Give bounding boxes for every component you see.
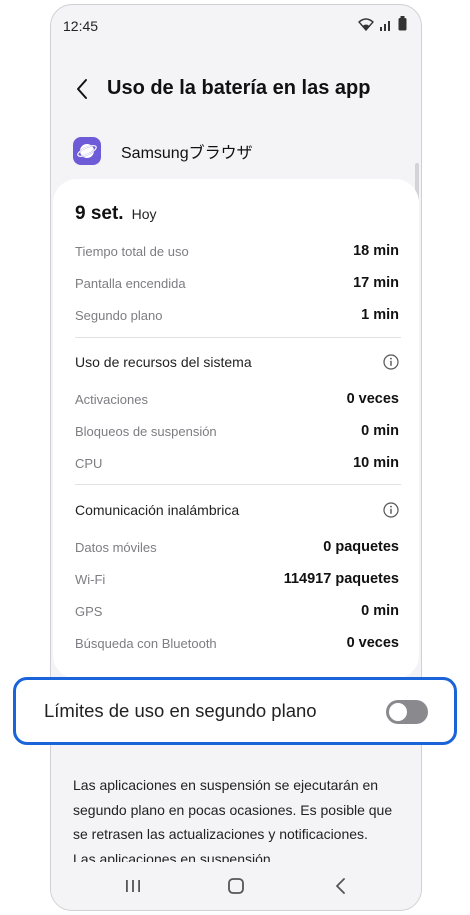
signal-icon bbox=[379, 18, 393, 36]
row-value: 18 min bbox=[353, 243, 399, 259]
wireless-row-mobile-data: Datos móviles 0 paquetes bbox=[75, 535, 399, 559]
background-limit-row[interactable]: Límites de uso en segundo plano bbox=[13, 677, 457, 745]
wireless-header: Comunicación inalámbrica bbox=[75, 498, 399, 522]
wireless-row-wifi: Wi-Fi 114917 paquetes bbox=[75, 567, 399, 591]
row-label: Bloqueos de suspensión bbox=[75, 423, 217, 439]
info-icon[interactable] bbox=[383, 354, 399, 370]
row-value: 0 veces bbox=[346, 635, 399, 651]
home-button[interactable] bbox=[224, 874, 248, 898]
usage-row-screen: Pantalla encendida 17 min bbox=[75, 271, 399, 295]
home-icon bbox=[228, 878, 244, 894]
system-row-cpu: CPU 10 min bbox=[75, 451, 399, 475]
battery-icon bbox=[398, 16, 407, 36]
row-label: Tiempo total de uso bbox=[75, 243, 189, 259]
back-icon bbox=[77, 79, 87, 99]
row-value: 1 min bbox=[361, 307, 399, 323]
row-value: 17 min bbox=[353, 275, 399, 291]
app-name: Samsungブラウザ bbox=[121, 145, 253, 162]
divider bbox=[75, 484, 401, 485]
row-value: 0 min bbox=[361, 423, 399, 439]
toggle-knob bbox=[389, 703, 407, 721]
row-value: 0 min bbox=[361, 603, 399, 619]
row-value: 114917 paquetes bbox=[283, 571, 399, 587]
status-icons bbox=[358, 16, 407, 36]
recents-icon bbox=[126, 880, 140, 892]
back-button[interactable] bbox=[69, 75, 97, 103]
divider bbox=[75, 337, 401, 338]
background-limit-label: Límites de uso en segundo plano bbox=[44, 700, 317, 721]
date-row: 9 set. Hoy bbox=[75, 203, 157, 225]
page-title: Uso de la batería en las app bbox=[107, 77, 371, 99]
row-label: Pantalla encendida bbox=[75, 275, 186, 291]
row-label: Activaciones bbox=[75, 391, 148, 407]
background-limit-toggle[interactable] bbox=[386, 700, 428, 724]
wireless-row-bluetooth: Búsqueda con Bluetooth 0 veces bbox=[75, 631, 399, 655]
status-bar: 12:45 bbox=[51, 5, 421, 45]
usage-row-background: Segundo plano 1 min bbox=[75, 303, 399, 327]
background-limit-description: Las aplicaciones en suspensión se ejecut… bbox=[73, 777, 393, 867]
battery-usage-card: 9 set. Hoy Tiempo total de uso 18 min Pa… bbox=[53, 179, 419, 679]
system-row-wakelocks: Bloqueos de suspensión 0 min bbox=[75, 419, 399, 443]
phone-screen: 12:45 Uso de la batería en las app Samsu… bbox=[50, 4, 422, 911]
wifi-icon bbox=[358, 18, 374, 36]
row-label: CPU bbox=[75, 455, 103, 471]
nav-back-button[interactable] bbox=[329, 874, 353, 898]
info-icon[interactable] bbox=[383, 502, 399, 518]
app-bar: Uso de la batería en las app bbox=[51, 67, 421, 113]
app-info-row: Samsungブラウザ bbox=[73, 131, 393, 171]
row-label: GPS bbox=[75, 603, 103, 619]
status-time: 12:45 bbox=[63, 18, 99, 34]
row-value: 0 paquetes bbox=[323, 539, 399, 555]
row-label: Datos móviles bbox=[75, 539, 157, 555]
row-label: Búsqueda con Bluetooth bbox=[75, 635, 217, 651]
row-value: 10 min bbox=[353, 455, 399, 471]
recents-button[interactable] bbox=[121, 874, 145, 898]
system-resources-header: Uso de recursos del sistema bbox=[75, 350, 399, 374]
samsung-internet-icon bbox=[73, 137, 101, 165]
nav-back-icon bbox=[336, 878, 345, 894]
row-label: Wi-Fi bbox=[75, 571, 106, 587]
row-value: 0 veces bbox=[346, 391, 399, 407]
row-label: Segundo plano bbox=[75, 307, 163, 323]
system-row-activations: Activaciones 0 veces bbox=[75, 387, 399, 411]
navigation-bar bbox=[51, 862, 421, 910]
wireless-row-gps: GPS 0 min bbox=[75, 599, 399, 623]
section-title: Comunicación inalámbrica bbox=[75, 502, 240, 518]
date-label: 9 set. bbox=[75, 203, 124, 224]
section-title: Uso de recursos del sistema bbox=[75, 354, 252, 370]
usage-row-total: Tiempo total de uso 18 min bbox=[75, 239, 399, 263]
date-sub-label: Hoy bbox=[131, 206, 157, 222]
